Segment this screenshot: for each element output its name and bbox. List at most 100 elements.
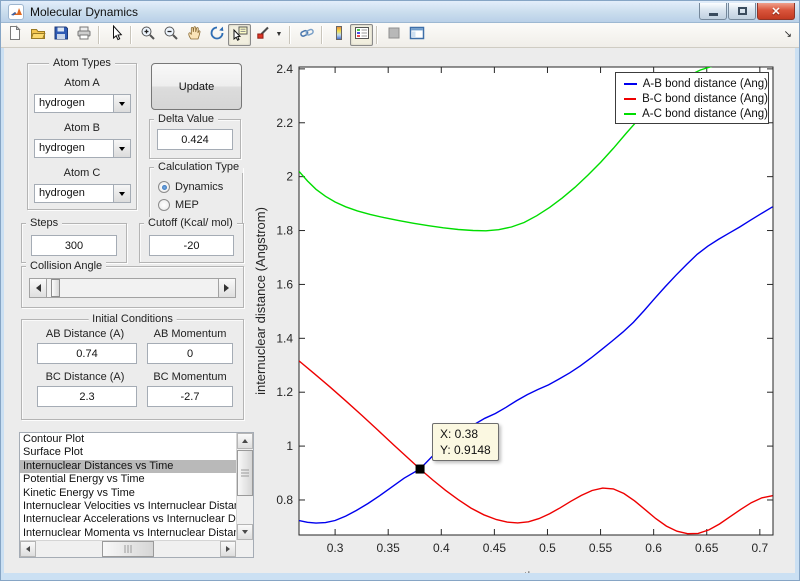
- axes[interactable]: 0.3 0.35 0.4 0.45 0.5 0.55 0.6 0.65 0.7 0.8 1 1.2 1.…: [251, 51, 799, 580]
- pan-button[interactable]: [182, 24, 205, 46]
- zoom-in-button[interactable]: [136, 24, 159, 46]
- bc-momentum-field[interactable]: [147, 386, 233, 407]
- radio-label: MEP: [175, 199, 199, 211]
- x-tick-label: 0.4: [433, 541, 450, 555]
- plot-area[interactable]: 0.3 0.35 0.4 0.45 0.5 0.55 0.6 0.65 0.7 0.8 1 1.2 1.…: [251, 51, 799, 580]
- atom-c-dropdown[interactable]: hydrogen: [34, 184, 131, 203]
- zoom-in-icon: [140, 25, 156, 46]
- bc-momentum-label: BC Momentum: [153, 371, 227, 383]
- toolbar-overflow-icon[interactable]: ↘: [784, 30, 792, 40]
- arrow-right-icon: [224, 284, 233, 292]
- rotate-3d-icon: [209, 25, 225, 46]
- steps-field[interactable]: [31, 235, 117, 256]
- titlebar[interactable]: Molecular Dynamics ✕: [1, 1, 799, 23]
- list-item[interactable]: Internuclear Distances vs Time: [20, 459, 236, 474]
- atom-a-dropdown[interactable]: hydrogen: [34, 94, 131, 113]
- atom-c-label: Atom C: [63, 167, 101, 179]
- show-plot-tools-button[interactable]: [405, 24, 428, 46]
- edit-plot-button[interactable]: [104, 24, 127, 46]
- brush-data-menu-caret[interactable]: ▼: [274, 31, 284, 41]
- list-item[interactable]: Internuclear Velocities vs Internuclear …: [20, 500, 236, 513]
- window-border-left: [1, 48, 4, 580]
- scroll-right-button[interactable]: [220, 541, 236, 557]
- print-figure-button[interactable]: [72, 24, 95, 46]
- slider-right-arrow[interactable]: [218, 279, 235, 297]
- atom-b-dropdown[interactable]: hydrogen: [34, 139, 131, 158]
- edit-plot-icon: [108, 24, 124, 46]
- zoom-out-button[interactable]: [159, 24, 182, 46]
- cutoff-field[interactable]: [149, 235, 234, 256]
- legend-line-sample: [624, 97, 637, 100]
- legend-entry[interactable]: A-C bond distance (Ang): [616, 106, 768, 121]
- chevron-down-icon[interactable]: [113, 140, 130, 157]
- maximize-button[interactable]: [728, 3, 756, 20]
- list-item[interactable]: Internuclear Accelerations vs Internucle…: [20, 513, 236, 526]
- radio-icon[interactable]: [158, 199, 170, 211]
- insert-colorbar-button[interactable]: [327, 24, 350, 46]
- link-plot-icon: [299, 25, 315, 46]
- collision-angle-slider[interactable]: [29, 278, 236, 298]
- close-button[interactable]: ✕: [757, 3, 795, 20]
- horizontal-scrollbar[interactable]: [20, 540, 236, 557]
- legend-entry[interactable]: A-B bond distance (Ang): [616, 76, 768, 91]
- rotate-3d-button[interactable]: [205, 24, 228, 46]
- axes-box[interactable]: [298, 66, 774, 536]
- link-plot-button[interactable]: [295, 24, 318, 46]
- slider-left-arrow[interactable]: [30, 279, 47, 297]
- datatip-marker[interactable]: [415, 464, 425, 474]
- y-tick-label: 2.2: [276, 116, 293, 130]
- ab-momentum-field[interactable]: [147, 343, 233, 364]
- x-tick-label: 0.5: [539, 541, 556, 555]
- plot-type-list: Contour Plot Surface Plot Internuclear Dis…: [20, 433, 236, 540]
- list-item[interactable]: Kinetic Energy vs Time: [20, 487, 236, 500]
- x-tick-label: 0.3: [327, 541, 344, 555]
- hide-plot-tools-button[interactable]: [382, 24, 405, 46]
- slider-thumb[interactable]: [51, 279, 60, 297]
- legend-entry[interactable]: B-C bond distance (Ang): [616, 91, 768, 106]
- delta-value-field[interactable]: [157, 129, 233, 150]
- open-file-button[interactable]: [26, 24, 49, 46]
- list-item[interactable]: Internuclear Momenta vs Internuclear Dis…: [20, 527, 236, 540]
- legend-label: A-B bond distance (Ang): [642, 77, 768, 90]
- radio-dynamics[interactable]: Dynamics: [158, 180, 223, 194]
- atom-a-label: Atom A: [64, 77, 100, 89]
- maximize-icon: [737, 7, 747, 15]
- save-figure-button[interactable]: [49, 24, 72, 46]
- list-item[interactable]: Potential Energy vs Time: [20, 473, 236, 486]
- y-tick-label: 1.2: [276, 385, 293, 399]
- datatip-x: X: 0.38: [440, 427, 479, 441]
- brush-data-button[interactable]: [251, 24, 274, 46]
- toolbar-separator: [130, 26, 132, 44]
- plot-type-listbox[interactable]: Contour Plot Surface Plot Internuclear Dis…: [19, 432, 254, 558]
- update-button[interactable]: Update: [151, 63, 242, 110]
- scroll-left-button[interactable]: [20, 541, 36, 557]
- datatip-y: Y: 0.9148: [440, 443, 491, 457]
- list-item[interactable]: Surface Plot: [20, 446, 236, 459]
- y-tick-label: 2.4: [276, 62, 293, 76]
- horizontal-scroll-thumb[interactable]: [102, 541, 154, 557]
- pan-icon: [186, 25, 202, 46]
- arrow-down-icon: [242, 530, 248, 537]
- insert-legend-button[interactable]: [350, 24, 373, 46]
- legend[interactable]: A-B bond distance (Ang) B-C bond distance…: [615, 72, 769, 124]
- atom-b-label: Atom B: [63, 122, 101, 134]
- new-figure-button[interactable]: [3, 24, 26, 46]
- data-cursor-icon: [232, 25, 248, 46]
- radio-icon[interactable]: [158, 181, 170, 193]
- window-border-bottom: [1, 573, 799, 580]
- atom-c-value: hydrogen: [39, 187, 85, 199]
- matlab-logo-icon: [8, 3, 24, 20]
- ab-momentum-label: AB Momentum: [153, 328, 227, 340]
- minimize-button[interactable]: [699, 3, 727, 20]
- insert-colorbar-icon: [331, 25, 347, 46]
- initial-conditions-title: Initial Conditions: [88, 313, 177, 325]
- bc-distance-field[interactable]: [37, 386, 137, 407]
- toolbar-separator: [98, 26, 100, 44]
- radio-mep[interactable]: MEP: [158, 198, 199, 212]
- chevron-down-icon[interactable]: [113, 185, 130, 202]
- data-cursor-button[interactable]: [228, 24, 251, 46]
- list-item[interactable]: Contour Plot: [20, 433, 236, 446]
- zoom-out-icon: [163, 25, 179, 46]
- ab-distance-field[interactable]: [37, 343, 137, 364]
- chevron-down-icon[interactable]: [113, 95, 130, 112]
